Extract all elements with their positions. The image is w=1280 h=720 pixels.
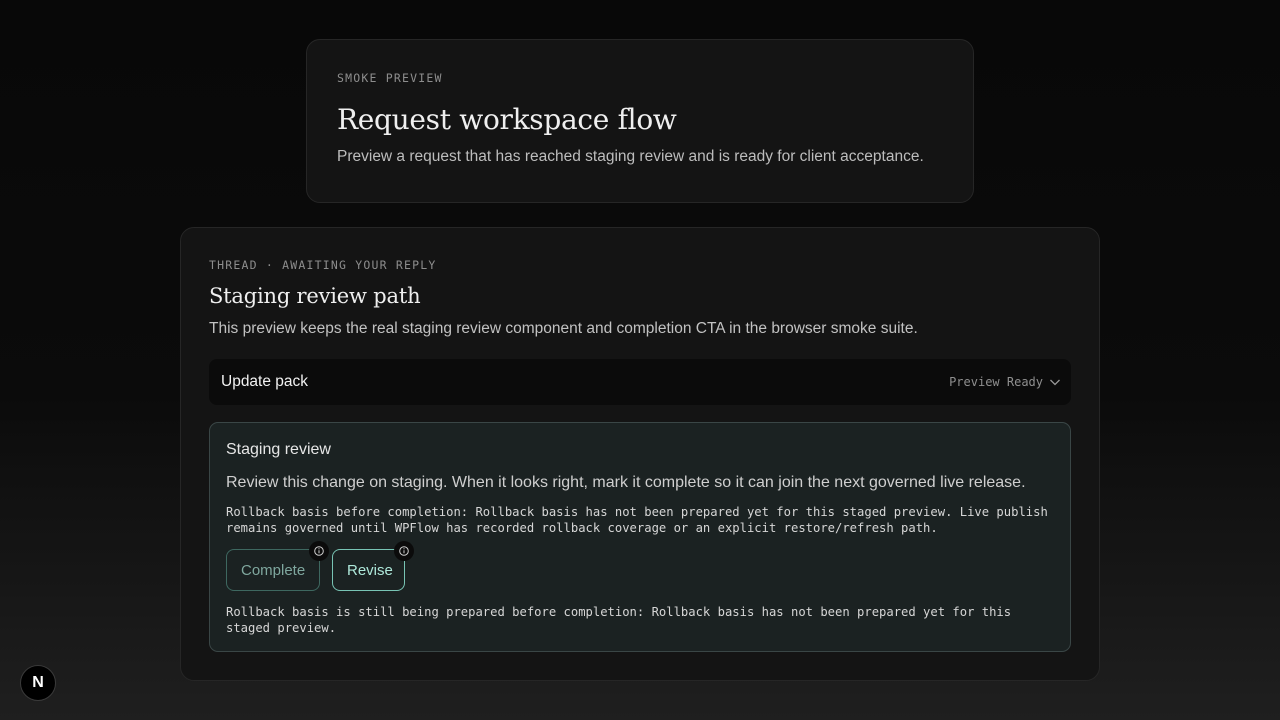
rollback-status-note: Rollback basis is still being prepared b… [226, 605, 1012, 635]
complete-button-label: Complete [241, 561, 306, 579]
staging-review-title: Staging review [226, 441, 331, 458]
staging-review-panel: Staging review Review this change on sta… [209, 422, 1071, 652]
thread-card: THREAD · AWAITING YOUR REPLY Staging rev… [180, 227, 1100, 681]
update-pack-label: Update pack [221, 373, 309, 390]
thread-eyebrow: THREAD · AWAITING YOUR REPLY [209, 258, 437, 272]
staging-review-body: Review this change on staging. When it l… [226, 474, 1026, 491]
update-pack-toggle[interactable]: Update pack Preview Ready [209, 359, 1071, 405]
nextjs-logo-icon[interactable]: N [20, 665, 56, 701]
complete-info-icon[interactable] [309, 541, 329, 561]
page: SMOKE PREVIEW Request workspace flow Pre… [0, 0, 1280, 720]
badge-letter: N [32, 674, 44, 691]
revise-info-icon[interactable] [394, 541, 414, 561]
complete-button[interactable]: Complete [226, 541, 329, 591]
update-pack-status-text: Preview Ready [949, 375, 1043, 389]
hero-eyebrow: SMOKE PREVIEW [337, 71, 443, 85]
revise-button-label: Revise [347, 561, 393, 579]
revise-button[interactable]: Revise [332, 541, 414, 591]
chevron-down-icon [1049, 376, 1061, 388]
hero-subtitle: Preview a request that has reached stagi… [337, 148, 924, 165]
action-row: Complete Revise [226, 541, 1054, 591]
rollback-note: Rollback basis before completion: Rollba… [226, 505, 1048, 535]
hero-card: SMOKE PREVIEW Request workspace flow Pre… [306, 39, 974, 203]
hero-title: Request workspace flow [337, 103, 677, 136]
thread-subtitle: This preview keeps the real staging revi… [209, 320, 918, 337]
update-pack-status: Preview Ready [949, 375, 1061, 389]
thread-title: Staging review path [209, 284, 421, 308]
